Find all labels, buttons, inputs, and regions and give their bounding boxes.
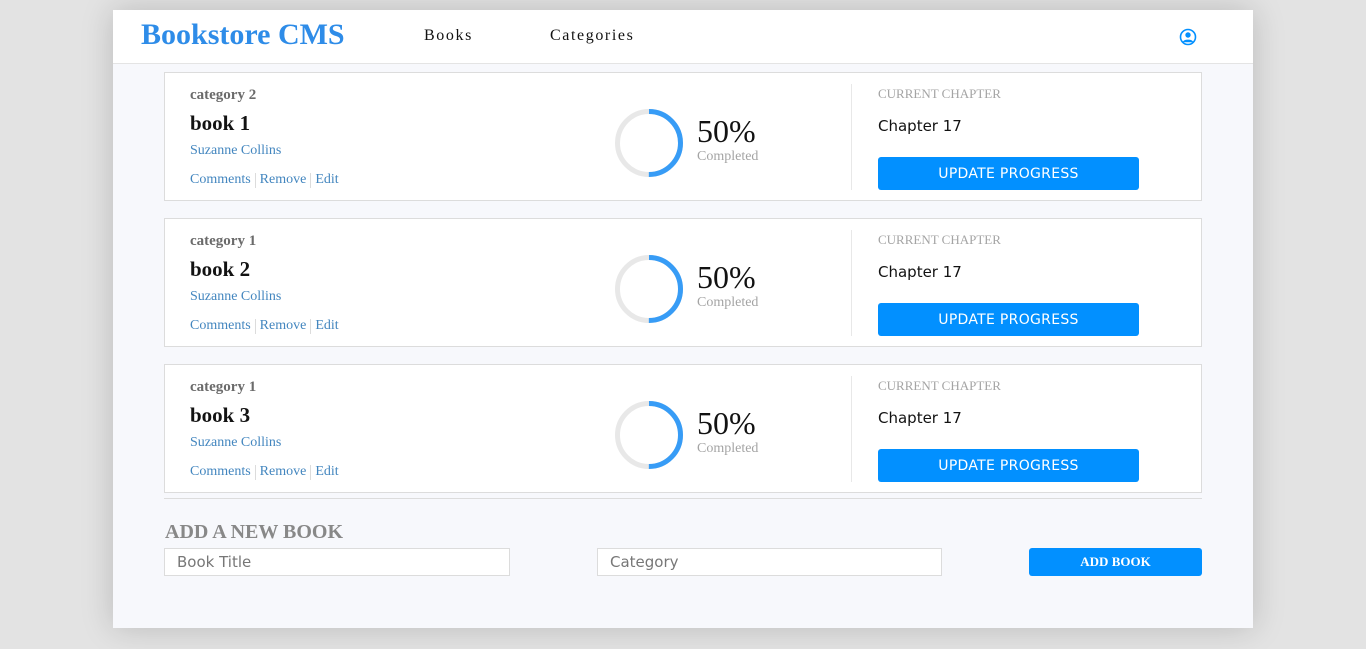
action-divider xyxy=(254,464,256,480)
add-book-button[interactable]: ADD BOOK xyxy=(1029,548,1202,576)
book-category: category 2 xyxy=(190,87,257,103)
action-divider xyxy=(254,172,256,188)
card-divider xyxy=(851,376,852,482)
book-title: book 1 xyxy=(190,111,251,135)
current-chapter-label: CURRENT CHAPTER xyxy=(878,378,1001,393)
current-chapter-label: CURRENT CHAPTER xyxy=(878,86,1001,101)
book-title: book 3 xyxy=(190,403,251,427)
current-chapter: Chapter 17 xyxy=(878,117,962,135)
card-divider xyxy=(851,230,852,336)
book-actions: Comments Remove Edit xyxy=(190,318,339,334)
action-divider xyxy=(310,318,312,334)
book-author[interactable]: Suzanne Collins xyxy=(190,143,281,159)
top-navbar: Bookstore CMS Books Categories xyxy=(113,10,1253,64)
remove-button[interactable]: Remove xyxy=(260,318,307,334)
progress-ring xyxy=(615,255,683,323)
progress-completed-label: Completed xyxy=(697,441,759,456)
progress-completed-label: Completed xyxy=(697,149,759,164)
comments-button[interactable]: Comments xyxy=(190,464,251,480)
category-input[interactable] xyxy=(597,548,942,576)
user-icon[interactable] xyxy=(1179,28,1197,46)
book-list: category 2 book 1 Suzanne Collins Commen… xyxy=(164,72,1202,510)
current-chapter-label: CURRENT CHAPTER xyxy=(878,232,1001,247)
book-category: category 1 xyxy=(190,233,257,249)
current-chapter: Chapter 17 xyxy=(878,409,962,427)
book-card: category 2 book 1 Suzanne Collins Commen… xyxy=(164,72,1202,201)
book-author[interactable]: Suzanne Collins xyxy=(190,435,281,451)
progress-completed-label: Completed xyxy=(697,295,759,310)
progress-percent: 50% xyxy=(697,113,756,149)
book-card: category 1 book 3 Suzanne Collins Commen… xyxy=(164,364,1202,493)
update-progress-button[interactable]: UPDATE PROGRESS xyxy=(878,303,1139,336)
book-title-input[interactable] xyxy=(164,548,510,576)
progress-percent: 50% xyxy=(697,405,756,441)
action-divider xyxy=(310,464,312,480)
book-category: category 1 xyxy=(190,379,257,395)
comments-button[interactable]: Comments xyxy=(190,172,251,188)
progress-ring xyxy=(615,109,683,177)
book-actions: Comments Remove Edit xyxy=(190,464,339,480)
comments-button[interactable]: Comments xyxy=(190,318,251,334)
edit-button[interactable]: Edit xyxy=(315,318,338,334)
progress-ring xyxy=(615,401,683,469)
current-chapter: Chapter 17 xyxy=(878,263,962,281)
edit-button[interactable]: Edit xyxy=(315,172,338,188)
book-title: book 2 xyxy=(190,257,251,281)
edit-button[interactable]: Edit xyxy=(315,464,338,480)
action-divider xyxy=(310,172,312,188)
remove-button[interactable]: Remove xyxy=(260,172,307,188)
update-progress-button[interactable]: UPDATE PROGRESS xyxy=(878,157,1139,190)
nav-books-link[interactable]: Books xyxy=(424,27,473,45)
section-divider xyxy=(164,498,1202,499)
book-actions: Comments Remove Edit xyxy=(190,172,339,188)
progress-percent: 50% xyxy=(697,259,756,295)
book-author[interactable]: Suzanne Collins xyxy=(190,289,281,305)
add-book-heading: ADD A NEW BOOK xyxy=(165,521,343,543)
card-divider xyxy=(851,84,852,190)
update-progress-button[interactable]: UPDATE PROGRESS xyxy=(878,449,1139,482)
remove-button[interactable]: Remove xyxy=(260,464,307,480)
app-panel: Bookstore CMS Books Categories category … xyxy=(113,10,1253,628)
action-divider xyxy=(254,318,256,334)
nav-categories-link[interactable]: Categories xyxy=(550,27,634,45)
brand-logo[interactable]: Bookstore CMS xyxy=(141,18,345,52)
book-card: category 1 book 2 Suzanne Collins Commen… xyxy=(164,218,1202,347)
